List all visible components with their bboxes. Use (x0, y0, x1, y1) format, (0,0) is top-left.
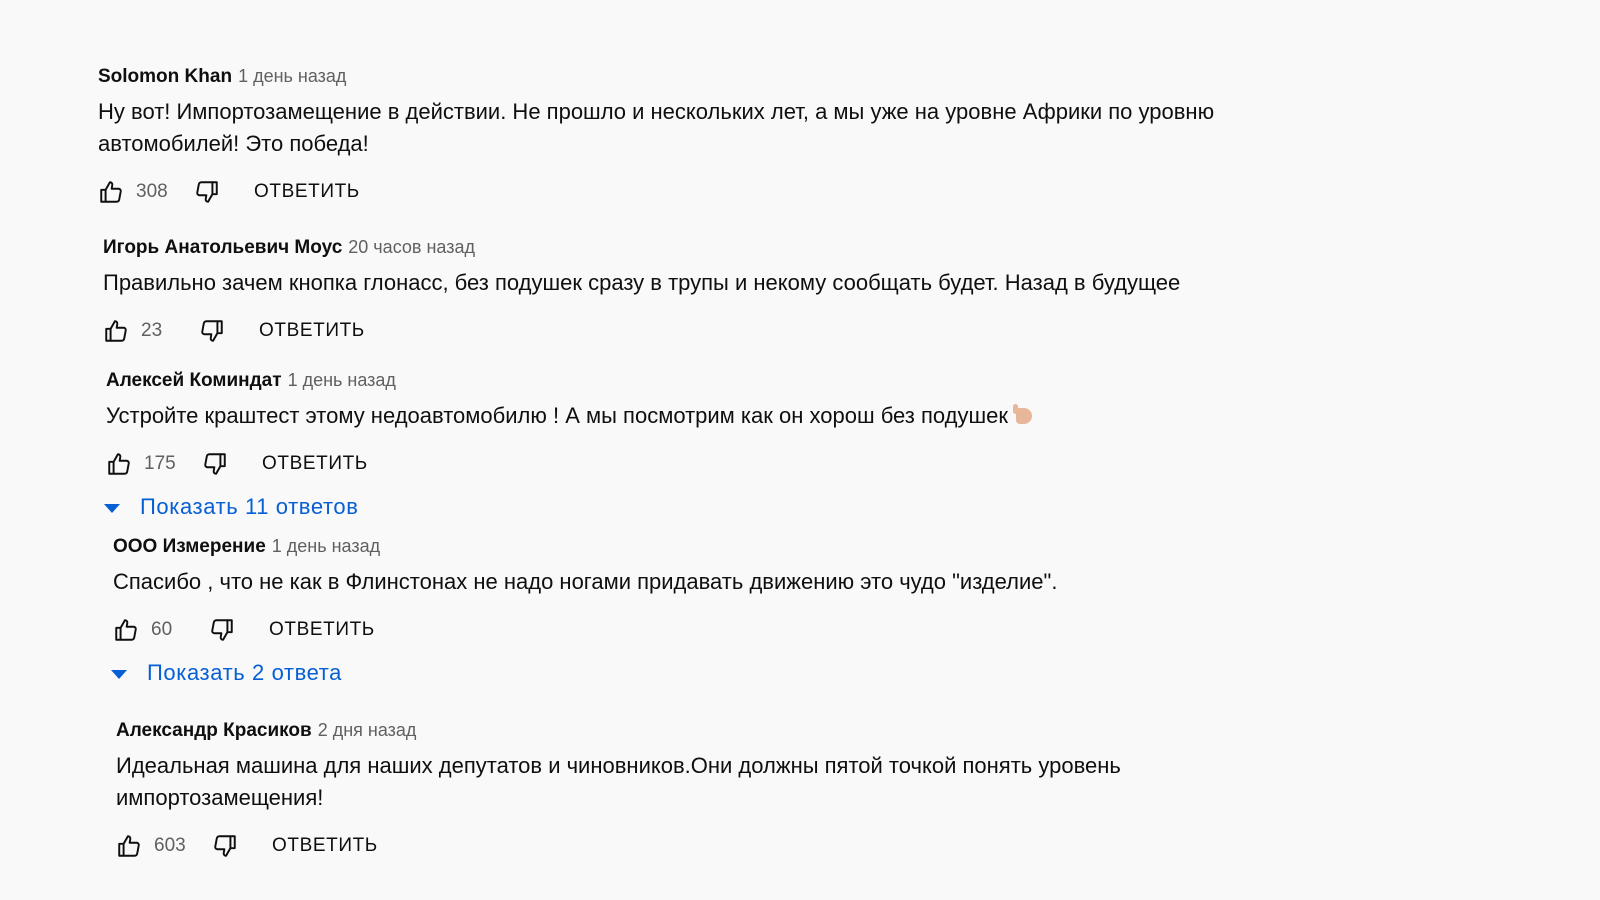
reply-button[interactable]: ОТВЕТИТЬ (254, 181, 360, 203)
caret-down-icon (104, 503, 120, 513)
comment-time[interactable]: 20 часов назад (348, 237, 475, 257)
show-replies-button[interactable]: Показать 11 ответов (104, 492, 359, 522)
comment-header: Игорь Анатольевич Моус 20 часов назад (103, 233, 1403, 261)
comment-header: Алексей Коминдат 1 день назад (106, 366, 1406, 394)
comment-thread: Алексей Коминдат 1 день назад Устройте кр… (106, 366, 1406, 482)
like-count: 23 (141, 320, 163, 341)
comment-text: Идеальная машина для наших депутатов и ч… (116, 753, 1121, 810)
comment-actions: 23 ОТВЕТИТЬ (103, 313, 1403, 349)
comment-author[interactable]: Solomon Khan (98, 66, 232, 87)
like-count: 308 (136, 181, 168, 202)
thumbs-down-icon[interactable] (212, 833, 238, 859)
comment-time[interactable]: 1 день назад (288, 370, 396, 390)
comment-time[interactable]: 2 дня назад (318, 720, 417, 740)
comment-actions: 308 ОТВЕТИТЬ (98, 174, 1398, 210)
thumbs-up-icon[interactable] (98, 179, 124, 205)
comment-header: ООО Измерение 1 день назад (113, 532, 1413, 560)
comment-thread: Solomon Khan 1 день назад Ну вот! Импорто… (98, 62, 1398, 210)
thumbs-up-icon[interactable] (113, 617, 139, 643)
thumbs-up-icon[interactable] (106, 451, 132, 477)
pointing-hand-emoji-icon (1013, 404, 1033, 424)
comment-text: Устройте краштест этому недоавтомобилю !… (106, 400, 1406, 432)
comment-header: Solomon Khan 1 день назад (98, 62, 1398, 90)
reply-button[interactable]: ОТВЕТИТЬ (262, 453, 368, 475)
thumbs-down-icon[interactable] (202, 451, 228, 477)
comment-actions: 603 ОТВЕТИТЬ (116, 828, 1416, 864)
comment-time[interactable]: 1 день назад (238, 66, 346, 86)
show-replies-label: Показать 11 ответов (140, 494, 359, 519)
caret-down-icon (111, 669, 127, 679)
show-replies-button[interactable]: Показать 2 ответа (111, 658, 342, 688)
comment-text-content: Устройте краштест этому недоавтомобилю !… (106, 403, 1009, 428)
comment-author[interactable]: Александр Красиков (116, 720, 312, 741)
show-replies-label: Показать 2 ответа (147, 660, 343, 685)
comment-text: Спасибо , что не как в Флинстонах не над… (113, 569, 1058, 594)
comments-page: Solomon Khan 1 день назад Ну вот! Импорто… (0, 0, 1600, 900)
comment-author[interactable]: Игорь Анатольевич Моус (103, 237, 342, 258)
like-count: 60 (151, 619, 173, 640)
comment-text: Правильно зачем кнопка глонасс, без поду… (103, 270, 1181, 295)
comment-thread: Александр Красиков 2 дня назад Идеальная … (116, 716, 1416, 864)
comment-author[interactable]: ООО Измерение (113, 536, 266, 557)
comment-thread: Игорь Анатольевич Моус 20 часов назад Пра… (103, 233, 1403, 349)
comment-author[interactable]: Алексей Коминдат (106, 370, 282, 391)
comment-header: Александр Красиков 2 дня назад (116, 716, 1416, 744)
like-count: 175 (144, 453, 176, 474)
comment-time[interactable]: 1 день назад (272, 536, 380, 556)
reply-button[interactable]: ОТВЕТИТЬ (272, 835, 378, 857)
reply-button[interactable]: ОТВЕТИТЬ (259, 320, 365, 342)
thumbs-down-icon[interactable] (209, 617, 235, 643)
comment-thread: ООО Измерение 1 день назад Спасибо , что … (113, 532, 1413, 648)
like-count: 603 (154, 835, 186, 856)
thumbs-up-icon[interactable] (116, 833, 142, 859)
thumbs-down-icon[interactable] (194, 179, 220, 205)
comment-text: Ну вот! Импортозамещение в действии. Не … (98, 99, 1215, 156)
reply-button[interactable]: ОТВЕТИТЬ (269, 619, 375, 641)
comment-actions: 175 ОТВЕТИТЬ (106, 446, 1406, 482)
thumbs-up-icon[interactable] (103, 318, 129, 344)
comment-actions: 60 ОТВЕТИТЬ (113, 612, 1413, 648)
thumbs-down-icon[interactable] (199, 318, 225, 344)
